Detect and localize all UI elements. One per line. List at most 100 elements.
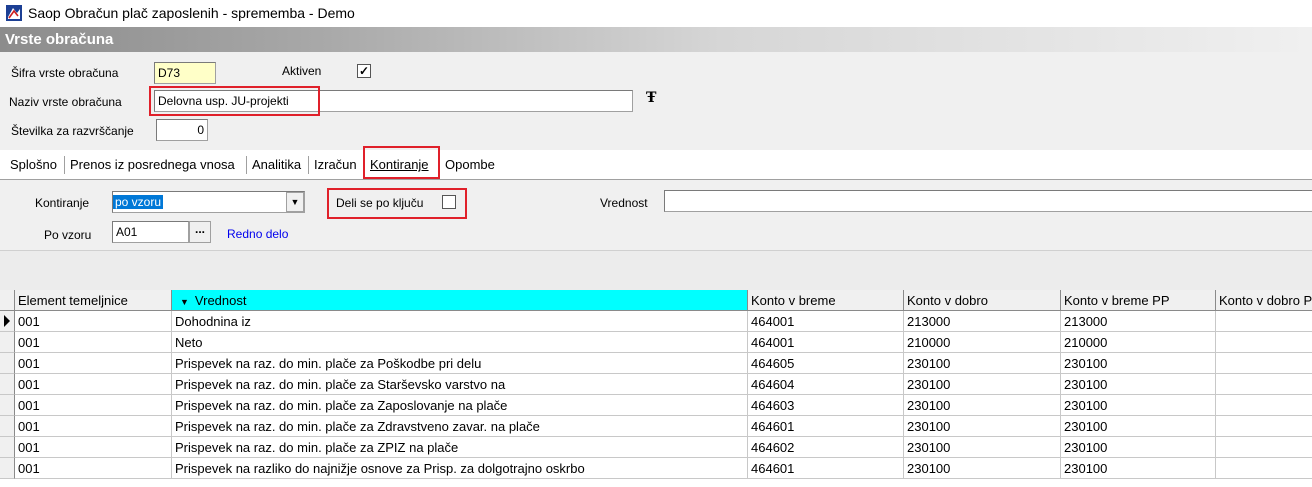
cell-konto-dobro-pp[interactable] bbox=[1216, 437, 1312, 458]
cell-vrednost[interactable]: Neto bbox=[172, 332, 748, 353]
tab-izracun[interactable]: Izračun bbox=[314, 157, 357, 172]
cell-konto-dobro[interactable]: 210000 bbox=[904, 332, 1061, 353]
cell-vrednost[interactable]: Prispevek na raz. do min. plače za Zdrav… bbox=[172, 416, 748, 437]
aktiven-checkbox[interactable]: ✓ bbox=[357, 64, 371, 78]
kontiranje-label: Kontiranje bbox=[35, 196, 90, 210]
cell-konto-breme[interactable]: 464001 bbox=[748, 332, 904, 353]
sort-desc-icon: ▼ bbox=[180, 297, 189, 307]
cell-vrednost[interactable]: Prispevek na raz. do min. plače za ZPIZ … bbox=[172, 437, 748, 458]
kontiranje-combo[interactable]: po vzoru bbox=[112, 191, 305, 213]
tab-opombe[interactable]: Opombe bbox=[445, 157, 495, 172]
grid-corner bbox=[0, 290, 15, 311]
cell-konto-dobro[interactable]: 230100 bbox=[904, 353, 1061, 374]
col-header-konto-breme-pp[interactable]: Konto v breme PP bbox=[1061, 290, 1216, 311]
row-indicator[interactable] bbox=[0, 437, 15, 458]
app-icon bbox=[6, 5, 22, 21]
deli-highlight-box bbox=[327, 188, 467, 219]
row-indicator[interactable] bbox=[0, 332, 15, 353]
cell-konto-dobro[interactable]: 230100 bbox=[904, 395, 1061, 416]
cell-konto-breme-pp[interactable]: 210000 bbox=[1061, 332, 1216, 353]
aktiven-label: Aktiven bbox=[282, 64, 322, 78]
cell-element[interactable]: 001 bbox=[15, 395, 172, 416]
po-vzoru-label: Po vzoru bbox=[44, 228, 92, 242]
table-row[interactable]: 001 Neto 464001 210000 210000 bbox=[0, 332, 1312, 353]
cell-konto-dobro[interactable]: 230100 bbox=[904, 458, 1061, 479]
table-row[interactable]: 001 Prispevek na raz. do min. plače za Za… bbox=[0, 395, 1312, 416]
row-indicator[interactable] bbox=[0, 416, 15, 437]
tab-prenos[interactable]: Prenos iz posrednega vnosa bbox=[70, 157, 235, 172]
vrednost-label: Vrednost bbox=[600, 196, 648, 210]
cell-konto-breme[interactable]: 464604 bbox=[748, 374, 904, 395]
table-row[interactable]: 001 Prispevek na razliko do najnižje osno… bbox=[0, 458, 1312, 479]
col-header-konto-dobro-pp[interactable]: Konto v dobro PP bbox=[1216, 290, 1312, 311]
cell-konto-dobro[interactable]: 230100 bbox=[904, 437, 1061, 458]
row-indicator[interactable] bbox=[0, 395, 15, 416]
cell-konto-breme-pp[interactable]: 230100 bbox=[1061, 395, 1216, 416]
table-row[interactable]: 001 Prispevek na raz. do min. plače za Zd… bbox=[0, 416, 1312, 437]
cell-element[interactable]: 001 bbox=[15, 311, 172, 332]
cell-konto-breme-pp[interactable]: 230100 bbox=[1061, 416, 1216, 437]
cell-konto-dobro-pp[interactable] bbox=[1216, 311, 1312, 332]
cell-konto-dobro-pp[interactable] bbox=[1216, 395, 1312, 416]
tab-splosno[interactable]: Splošno bbox=[10, 157, 57, 172]
cell-element[interactable]: 001 bbox=[15, 353, 172, 374]
vrednost-field[interactable] bbox=[664, 190, 1312, 212]
cell-konto-dobro-pp[interactable] bbox=[1216, 458, 1312, 479]
cell-konto-breme[interactable]: 464602 bbox=[748, 437, 904, 458]
cell-konto-breme[interactable]: 464601 bbox=[748, 416, 904, 437]
sifra-field[interactable]: D73 bbox=[154, 62, 216, 84]
cell-konto-breme-pp[interactable]: 230100 bbox=[1061, 437, 1216, 458]
ellipsis-button[interactable]: ... bbox=[189, 221, 211, 243]
col-header-vrednost[interactable]: ▼ Vrednost bbox=[172, 290, 748, 311]
chevron-down-icon[interactable]: ▼ bbox=[286, 192, 304, 212]
cell-konto-breme[interactable]: 464001 bbox=[748, 311, 904, 332]
po-vzoru-description-link[interactable]: Redno delo bbox=[227, 227, 288, 241]
cell-element[interactable]: 001 bbox=[15, 374, 172, 395]
cell-element[interactable]: 001 bbox=[15, 458, 172, 479]
cell-vrednost[interactable]: Dohodnina iz bbox=[172, 311, 748, 332]
cell-konto-breme[interactable]: 464603 bbox=[748, 395, 904, 416]
row-indicator[interactable] bbox=[0, 458, 15, 479]
cell-konto-dobro-pp[interactable] bbox=[1216, 353, 1312, 374]
cell-konto-dobro[interactable]: 230100 bbox=[904, 416, 1061, 437]
tab-separator bbox=[308, 156, 309, 174]
col-header-konto-dobro[interactable]: Konto v dobro bbox=[904, 290, 1061, 311]
table-row[interactable]: 001 Dohodnina iz 464001 213000 213000 bbox=[0, 311, 1312, 332]
table-row[interactable]: 001 Prispevek na raz. do min. plače za St… bbox=[0, 374, 1312, 395]
cell-konto-breme-pp[interactable]: 230100 bbox=[1061, 374, 1216, 395]
cell-konto-dobro-pp[interactable] bbox=[1216, 374, 1312, 395]
stevilka-field[interactable]: 0 bbox=[156, 119, 208, 141]
cell-konto-breme-pp[interactable]: 230100 bbox=[1061, 353, 1216, 374]
row-indicator[interactable] bbox=[0, 374, 15, 395]
row-indicator[interactable] bbox=[0, 353, 15, 374]
stevilka-label: Številka za razvrščanje bbox=[11, 124, 134, 138]
cell-konto-breme-pp[interactable]: 213000 bbox=[1061, 311, 1216, 332]
cell-konto-dobro-pp[interactable] bbox=[1216, 332, 1312, 353]
window-title: Saop Obračun plač zaposlenih - sprememba… bbox=[28, 5, 355, 21]
cell-vrednost[interactable]: Prispevek na razliko do najnižje osnove … bbox=[172, 458, 748, 479]
row-indicator[interactable] bbox=[0, 311, 15, 332]
cell-vrednost[interactable]: Prispevek na raz. do min. plače za Starš… bbox=[172, 374, 748, 395]
cell-vrednost[interactable]: Prispevek na raz. do min. plače za Zapos… bbox=[172, 395, 748, 416]
col-header-konto-breme[interactable]: Konto v breme bbox=[748, 290, 904, 311]
cell-element[interactable]: 001 bbox=[15, 437, 172, 458]
table-row[interactable]: 001 Prispevek na raz. do min. plače za Po… bbox=[0, 353, 1312, 374]
tab-analitika[interactable]: Analitika bbox=[252, 157, 301, 172]
naziv-highlight-box bbox=[149, 86, 320, 116]
naziv-label: Naziv vrste obračuna bbox=[9, 95, 122, 109]
col-header-element[interactable]: Element temeljnice bbox=[15, 290, 172, 311]
cell-element[interactable]: 001 bbox=[15, 416, 172, 437]
cell-konto-dobro-pp[interactable] bbox=[1216, 416, 1312, 437]
table-row[interactable]: 001 Prispevek na raz. do min. plače za ZP… bbox=[0, 437, 1312, 458]
po-vzoru-field[interactable]: A01 bbox=[112, 221, 189, 243]
cell-konto-breme[interactable]: 464605 bbox=[748, 353, 904, 374]
cell-konto-breme-pp[interactable]: 230100 bbox=[1061, 458, 1216, 479]
cell-konto-breme[interactable]: 464601 bbox=[748, 458, 904, 479]
sifra-label: Šifra vrste obračuna bbox=[11, 66, 119, 80]
cell-konto-dobro[interactable]: 213000 bbox=[904, 311, 1061, 332]
data-grid[interactable]: Element temeljnice ▼ Vrednost Konto v bre… bbox=[0, 290, 1312, 487]
translate-icon[interactable]: Ŧ bbox=[646, 90, 656, 106]
cell-vrednost[interactable]: Prispevek na raz. do min. plače za Poško… bbox=[172, 353, 748, 374]
cell-element[interactable]: 001 bbox=[15, 332, 172, 353]
cell-konto-dobro[interactable]: 230100 bbox=[904, 374, 1061, 395]
